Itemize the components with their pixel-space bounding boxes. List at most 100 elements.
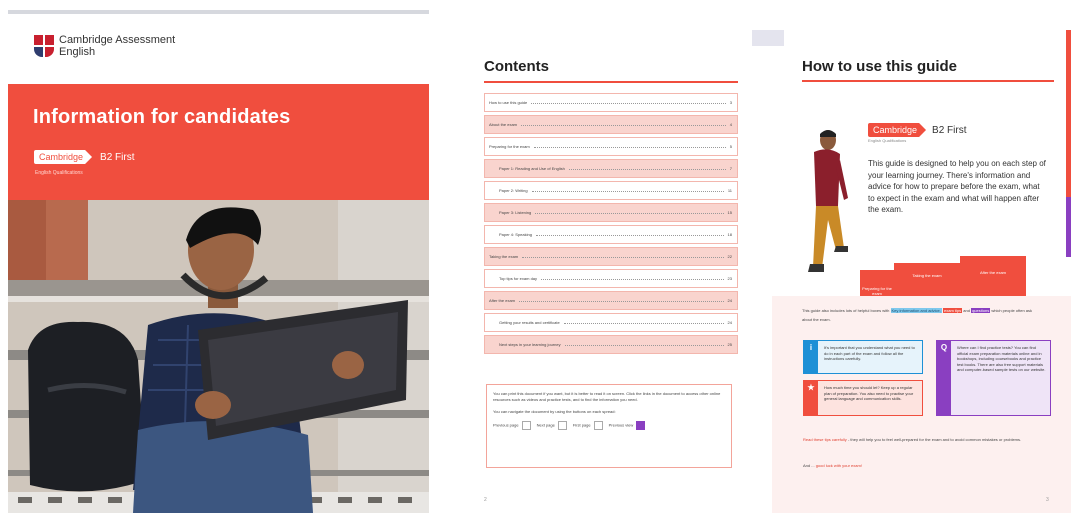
good-luck-link[interactable]: good luck with your exam! <box>816 463 862 468</box>
contents-item[interactable]: Next steps in your learning journey 25 <box>484 335 738 354</box>
contents-page: Contents How to use this guide 3 About the… <box>484 58 738 357</box>
contents-item-page: 7 <box>729 166 732 171</box>
page-number-right: 3 <box>1046 497 1049 503</box>
contents-leader-dots <box>568 167 726 170</box>
cambridge-pill: Cambridge <box>34 150 93 164</box>
contents-item[interactable]: Paper 1: Reading and Use of English 7 <box>484 159 738 178</box>
howto-cambridge-pill: Cambridge <box>868 123 927 137</box>
contents-item[interactable]: Getting your results and certificate 24 <box>484 313 738 332</box>
contents-item-label: Next steps in your learning journey <box>499 342 561 347</box>
question-tip-box: Q Where can I find practice tests? You c… <box>936 340 1051 416</box>
howto-rule <box>802 80 1054 82</box>
contents-item-label: Paper 4: Speaking <box>499 232 532 237</box>
star-tip-box: ★ How much time you should let? Keep up … <box>803 380 923 416</box>
read-tips-link[interactable]: Read these tips carefully <box>803 437 847 442</box>
nav-text: You can navigate the document by using t… <box>493 409 616 414</box>
contents-item-label: Paper 2: Writing <box>499 188 528 193</box>
cambridge-logo: Cambridge Assessment English <box>34 34 175 58</box>
good-luck-line: And ... good luck with your exam! <box>803 463 862 468</box>
contents-rule <box>484 81 738 83</box>
contents-leader-dots <box>535 233 724 236</box>
nav-previous-page[interactable]: Previous page <box>493 421 531 430</box>
howto-brand-sub: English Qualifications <box>868 138 907 143</box>
contents-leader-dots <box>535 211 724 214</box>
contents-item[interactable]: Paper 2: Writing 11 <box>484 181 738 200</box>
navigation-info-box: You can print this document if you want,… <box>486 384 732 468</box>
star-tip-text: How much time you should let? Keep up a … <box>824 385 914 401</box>
highlight-exam-tips: exam tips <box>943 308 963 313</box>
logo-line-1: Cambridge Assessment <box>59 34 176 46</box>
contents-leader-dots <box>564 343 724 346</box>
contents-item[interactable]: Taking the exam 22 <box>484 247 738 266</box>
contents-item-label: Paper 3: Listening <box>499 210 532 215</box>
cover-brand-sub: English Qualifications <box>35 170 83 176</box>
nav-first-page[interactable]: First page <box>573 421 603 430</box>
nav-next-page[interactable]: Next page <box>537 421 567 430</box>
contents-item-page: 23 <box>727 276 732 281</box>
contents-item-page: 3 <box>729 100 732 105</box>
contents-item-label: About the exam <box>489 122 518 127</box>
contents-leader-dots <box>531 189 724 192</box>
step-preparing[interactable]: Preparing for the exam <box>860 270 894 296</box>
contents-item-page: 15 <box>727 210 732 215</box>
question-icon: Q <box>937 341 951 415</box>
contents-item[interactable]: Preparing for the exam 5 <box>484 137 738 156</box>
student-illustration <box>808 130 848 272</box>
contents-item-page: 18 <box>727 232 732 237</box>
nav-previous-view[interactable]: Previous view <box>609 421 646 430</box>
cover-page: Cambridge Assessment English Information… <box>8 10 429 513</box>
contents-list: How to use this guide 3 About the exam 4 Pre… <box>484 93 738 354</box>
contents-leader-dots <box>522 255 724 258</box>
contents-item[interactable]: Paper 4: Speaking 18 <box>484 225 738 244</box>
cover-brand: Cambridge B2 First <box>34 150 134 164</box>
page-tab <box>752 30 784 46</box>
contents-item-page: 25 <box>727 342 732 347</box>
nav-buttons: Previous page Next page First page Previ… <box>493 421 725 430</box>
info-tip-box: i It's important that you understand wha… <box>803 340 923 374</box>
contents-item[interactable]: After the exam 24 <box>484 291 738 310</box>
contents-item[interactable]: How to use this guide 3 <box>484 93 738 112</box>
contents-heading: Contents <box>484 58 549 75</box>
previous-view-icon[interactable] <box>636 421 646 430</box>
panel-intro: This guide also includes lots of helpful… <box>802 308 1033 322</box>
next-page-icon[interactable] <box>557 421 567 430</box>
contents-item[interactable]: About the exam 4 <box>484 115 738 134</box>
step-after[interactable]: After the exam <box>960 256 1026 296</box>
contents-leader-dots <box>521 123 726 126</box>
contents-item-page: 5 <box>729 144 732 149</box>
logo-line-2: English <box>59 46 96 58</box>
previous-page-icon[interactable] <box>521 421 531 430</box>
cover-level: B2 First <box>100 151 135 163</box>
contents-item[interactable]: Top tips for exam day 23 <box>484 269 738 288</box>
contents-item-label: Top tips for exam day <box>499 276 538 281</box>
page-number-left: 2 <box>484 497 487 503</box>
info-tip-text: It's important that you understand what … <box>824 345 915 361</box>
howto-level: B2 First <box>932 124 967 136</box>
contents-leader-dots <box>541 277 724 280</box>
cover-title: Information for candidates <box>33 106 291 128</box>
info-text: You can print this document if you want,… <box>493 391 721 402</box>
cover-photo <box>8 200 429 513</box>
shield-icon <box>34 35 54 57</box>
contents-item-label: Taking the exam <box>489 254 519 259</box>
contents-leader-dots <box>533 145 726 148</box>
read-tips-line: Read these tips carefully - they will he… <box>803 437 1022 442</box>
edge-bar-red <box>1066 30 1071 197</box>
howto-heading: How to use this guide <box>802 58 958 75</box>
first-page-icon[interactable] <box>593 421 603 430</box>
contents-item[interactable]: Paper 3: Listening 15 <box>484 203 738 222</box>
highlight-key-info: Key information and advice, <box>890 308 942 313</box>
contents-item-page: 4 <box>729 122 732 127</box>
contents-item-label: Paper 1: Reading and Use of English <box>499 166 565 171</box>
contents-item-page: 11 <box>727 188 732 193</box>
contents-leader-dots <box>519 299 724 302</box>
contents-item-label: After the exam <box>489 298 516 303</box>
contents-item-label: Getting your results and certificate <box>499 320 560 325</box>
contents-item-page: 24 <box>727 298 732 303</box>
cover-top-bar <box>8 10 429 14</box>
step-taking[interactable]: Taking the exam <box>894 263 960 296</box>
contents-leader-dots <box>531 101 726 104</box>
contents-leader-dots <box>563 321 724 324</box>
contents-item-page: 22 <box>727 254 732 259</box>
star-icon: ★ <box>804 381 818 415</box>
